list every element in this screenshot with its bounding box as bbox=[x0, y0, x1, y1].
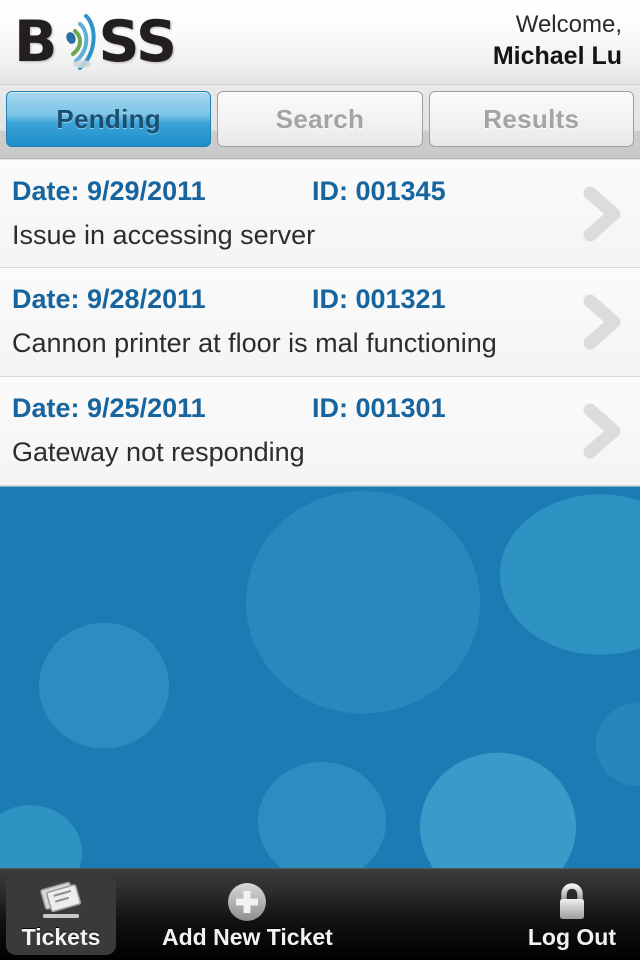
logo-letters-ss: SS bbox=[98, 8, 177, 75]
background-filler bbox=[0, 486, 640, 868]
toolbar-item-log-out-label: Log Out bbox=[527, 924, 616, 950]
app-screen: B SS Welcome, Michael Lu Pending Search bbox=[0, 0, 640, 960]
app-header: B SS Welcome, Michael Lu bbox=[0, 0, 640, 85]
ticket-meta: Date: 9/29/2011 ID: 001345 bbox=[12, 176, 560, 207]
toolbar-item-add-new-ticket-label: Add New Ticket bbox=[162, 924, 333, 950]
ticket-subject: Issue in accessing server bbox=[12, 220, 316, 250]
tickets-icon bbox=[38, 880, 84, 924]
ticket-id: ID: 001345 bbox=[312, 176, 446, 206]
table-row[interactable]: Date: 9/25/2011 ID: 001301 Gateway not r… bbox=[0, 377, 640, 486]
boss-logo: B SS bbox=[14, 8, 177, 75]
ticket-date: Date: 9/25/2011 bbox=[12, 393, 206, 423]
bottom-toolbar: Tickets Add New Ticket Log Out bbox=[0, 868, 640, 960]
toolbar-item-tickets[interactable]: Tickets bbox=[6, 874, 116, 955]
ticket-subject: Cannon printer at floor is mal functioni… bbox=[12, 328, 497, 358]
toolbar-item-log-out[interactable]: Log Out bbox=[514, 869, 630, 960]
chevron-right-icon[interactable] bbox=[580, 293, 626, 351]
chevron-right-icon[interactable] bbox=[580, 402, 626, 460]
table-row[interactable]: Date: 9/29/2011 ID: 001345 Issue in acce… bbox=[0, 159, 640, 268]
ticket-subject: Gateway not responding bbox=[12, 437, 305, 467]
tab-results-label: Results bbox=[483, 103, 580, 134]
ticket-meta: Date: 9/25/2011 ID: 001301 bbox=[12, 393, 560, 424]
ticket-date: Date: 9/28/2011 bbox=[12, 284, 206, 314]
tab-search-label: Search bbox=[275, 103, 365, 134]
ticket-date: Date: 9/29/2011 bbox=[12, 176, 206, 206]
plus-circle-icon bbox=[225, 880, 269, 924]
tab-search[interactable]: Search bbox=[217, 91, 423, 147]
table-row[interactable]: Date: 9/28/2011 ID: 001321 Cannon printe… bbox=[0, 268, 640, 377]
bokeh-pattern-icon bbox=[0, 487, 640, 868]
welcome-user-name: Michael Lu bbox=[492, 42, 622, 71]
logo-letter-b: B bbox=[14, 8, 57, 75]
ticket-list: Date: 9/29/2011 ID: 001345 Issue in acce… bbox=[0, 159, 640, 486]
chevron-right-icon[interactable] bbox=[580, 185, 626, 243]
segmented-tab-bar: Pending Search Results bbox=[0, 85, 640, 159]
welcome-block: Welcome, Michael Lu bbox=[493, 10, 622, 75]
lock-icon bbox=[553, 880, 591, 924]
tab-pending[interactable]: Pending bbox=[6, 91, 212, 147]
ticket-id: ID: 001321 bbox=[312, 284, 446, 314]
ticket-meta: Date: 9/28/2011 ID: 001321 bbox=[12, 284, 560, 315]
tab-results[interactable]: Results bbox=[428, 91, 634, 147]
toolbar-item-tickets-label: Tickets bbox=[21, 924, 101, 950]
tab-pending-label: Pending bbox=[56, 103, 161, 134]
welcome-greeting: Welcome, bbox=[515, 10, 622, 38]
logo-swirl-icon bbox=[56, 12, 102, 72]
toolbar-item-add-new-ticket[interactable]: Add New Ticket bbox=[148, 869, 347, 960]
ticket-id: ID: 001301 bbox=[312, 393, 446, 423]
